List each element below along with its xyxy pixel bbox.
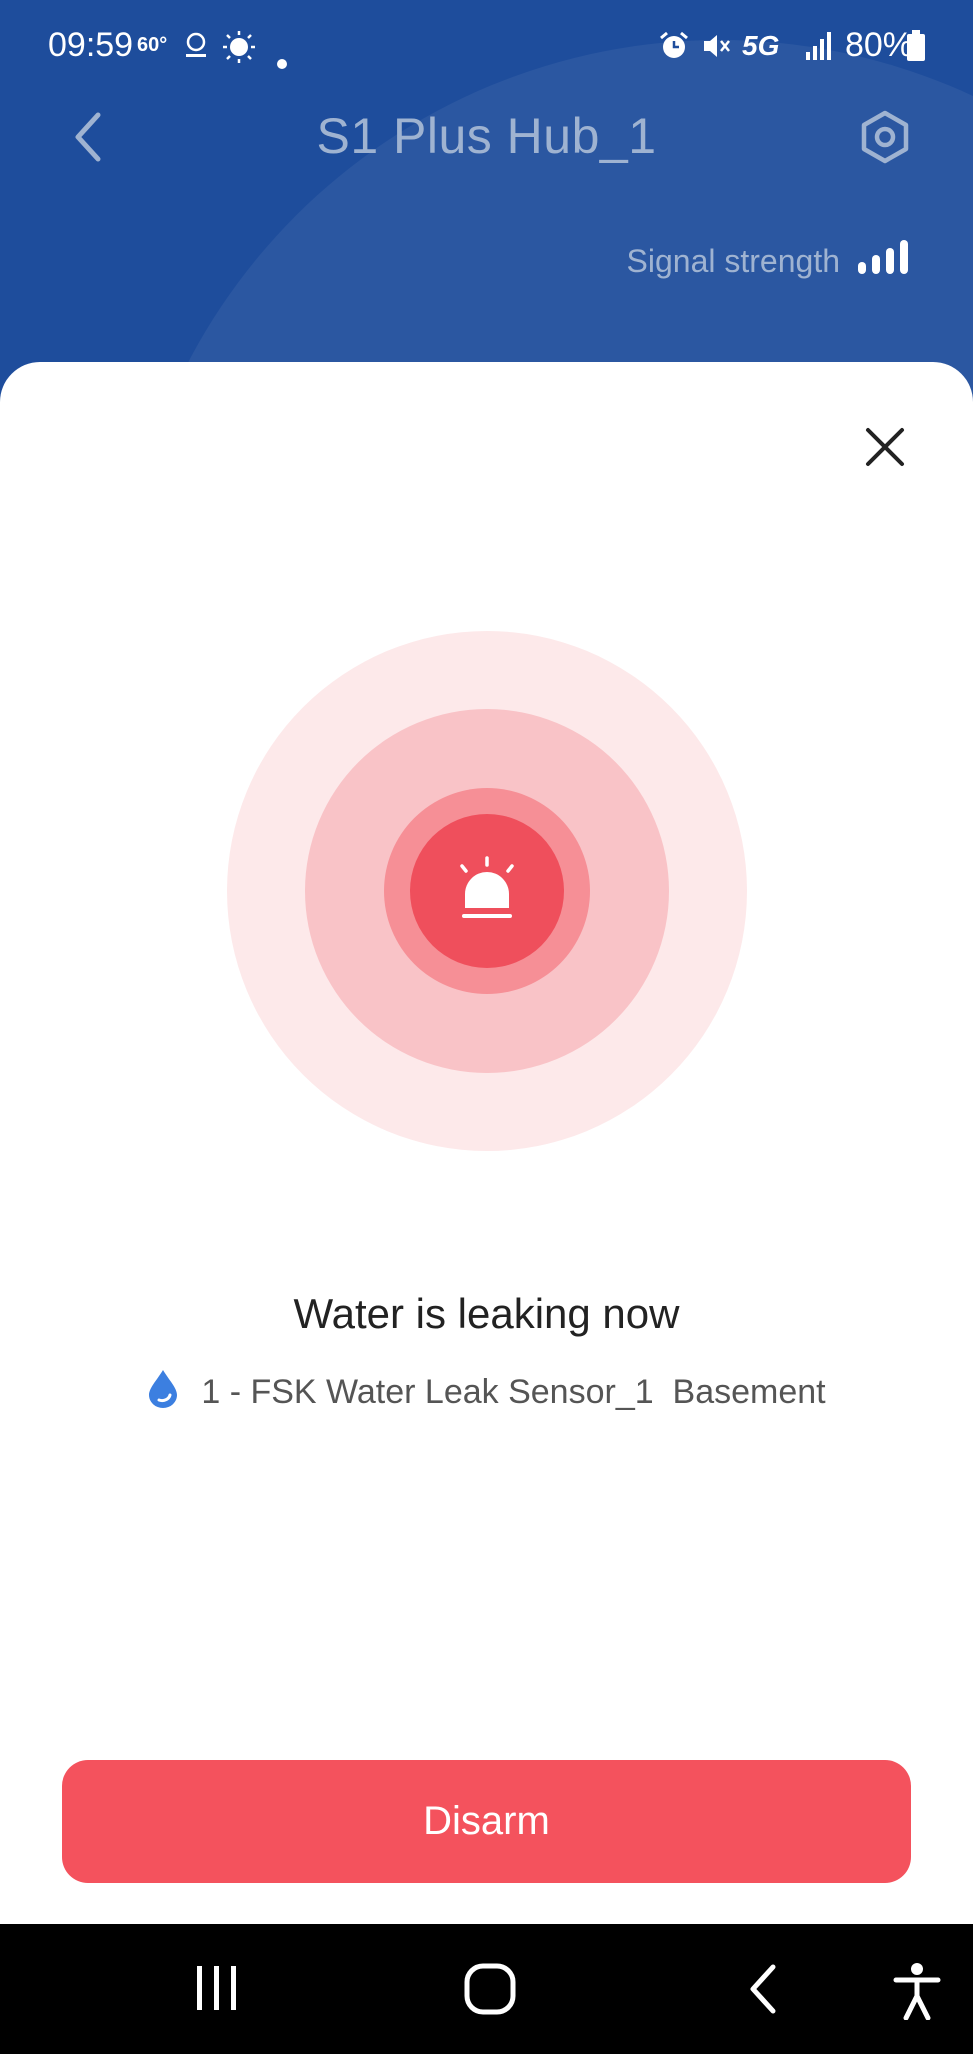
home-icon[interactable]: [463, 1962, 517, 2021]
notification-dot-icon: [276, 40, 288, 79]
network-type: 5G: [742, 30, 780, 61]
app-bar: S1 Plus Hub_1: [0, 95, 973, 185]
system-nav-bar: [0, 1924, 973, 2054]
sensor-info: 1 - FSK Water Leak Sensor_1 Basement: [0, 1368, 973, 1417]
alarm-clock-icon: [658, 30, 690, 71]
gear-icon[interactable]: [857, 109, 913, 170]
close-icon[interactable]: [860, 422, 910, 477]
status-temperature: 60°: [137, 34, 168, 56]
battery-icon: [906, 30, 926, 71]
status-bar: 09:59 60° 5G 80%: [0, 0, 973, 90]
signal-strength-label: Signal strength: [626, 242, 840, 279]
nav-back-icon[interactable]: [745, 1962, 781, 2021]
alert-message: Water is leaking now: [293, 1290, 680, 1337]
cell-signal-icon: [806, 30, 832, 69]
sun-icon: [222, 30, 256, 73]
signal-strength: Signal strength: [627, 240, 908, 282]
signal-bars-icon: [858, 240, 908, 282]
battery-percent: 80%: [844, 26, 913, 64]
water-drop-icon: [147, 1368, 179, 1417]
weather-badge-icon: [180, 30, 212, 71]
mute-icon: [700, 30, 732, 71]
header-area: 09:59 60° 5G 80% S1 Plus Hub_1 Signal st…: [0, 0, 973, 420]
status-time: 09:59: [48, 26, 134, 64]
recent-apps-icon[interactable]: [192, 1962, 242, 2019]
alarm-indicator: [227, 631, 747, 1151]
page-title: S1 Plus Hub_1: [316, 108, 657, 164]
sensor-label: 1 - FSK Water Leak Sensor_1 Basement: [201, 1373, 826, 1411]
alarm-siren-icon: [452, 856, 522, 931]
disarm-button[interactable]: Disarm: [62, 1760, 911, 1883]
accessibility-icon[interactable]: [892, 1962, 942, 2025]
